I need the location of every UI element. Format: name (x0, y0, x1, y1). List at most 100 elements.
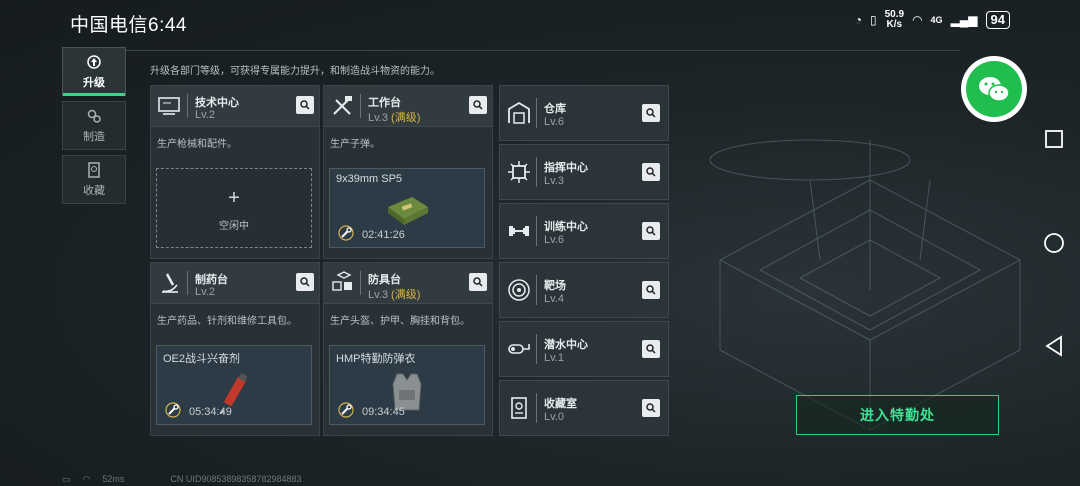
production-slot[interactable]: HMP特勤防弹衣 09:34:45 (329, 345, 485, 425)
card-header: 制药台 Lv.2 (151, 263, 319, 304)
card-description: 生产头盔、护甲、胸挂和背包。 (330, 316, 470, 327)
item-name: HMP特勤防弹衣 (336, 353, 416, 365)
production-slot[interactable]: 9x39mm SP5 02:41:26 (329, 168, 485, 248)
card-description: 生产药品、针剂和维修工具包。 (157, 316, 297, 327)
card-level: Lv.2 (195, 109, 215, 121)
wechat-floating-button[interactable] (961, 56, 1027, 122)
gears-icon (87, 109, 101, 123)
sidebar-tab-collection[interactable]: 收藏 (62, 155, 126, 204)
facility-name: 指挥中心 (544, 162, 588, 174)
ping-value: 52ms (102, 474, 125, 484)
upgrade-icon (87, 54, 101, 69)
card-workbench[interactable]: 工作台 Lv.3 (满级) 生产子弹。 9x39mm SP5 02:41:26 (323, 85, 493, 259)
dumbbell-icon (509, 226, 529, 236)
vibrate-icon: ▯ (869, 13, 877, 27)
card-tech-center[interactable]: 技术中心 Lv.2 生产枪械和配件。 + 空闲中 (150, 85, 320, 259)
production-slot[interactable]: OE2战斗兴奋剂 05:34:49 (156, 345, 312, 425)
header-divider (360, 271, 361, 295)
computer-icon (158, 97, 180, 115)
card-name: 防具台 (368, 274, 401, 286)
card-description: 生产子弹。 (330, 139, 380, 150)
back-button[interactable] (1040, 332, 1068, 360)
target-icon (508, 279, 530, 301)
collection-icon (88, 161, 100, 178)
search-icon (646, 285, 656, 295)
search-button[interactable] (642, 104, 660, 122)
card-header: 防具台 Lv.3 (满级) (324, 263, 492, 304)
facility-collection-room[interactable]: 收藏室 Lv.0 (499, 380, 669, 436)
back-triangle-icon (1045, 335, 1062, 357)
facility-name: 潜水中心 (544, 339, 588, 351)
search-icon (300, 100, 310, 110)
carrier-time: 中国电信6:44 (70, 15, 187, 36)
tools-icon (333, 96, 352, 115)
header-divider (360, 94, 361, 118)
wrench-icon (338, 225, 354, 241)
header-divider (187, 271, 188, 295)
card-level: Lv.3 (满级) (368, 289, 421, 301)
warehouse-icon (508, 101, 530, 124)
sidebar-tab-craft[interactable]: 制造 (62, 101, 126, 150)
card-header: 技术中心 Lv.2 (151, 86, 319, 127)
search-icon (646, 167, 656, 177)
card-header: 工作台 Lv.3 (满级) (324, 86, 492, 127)
collection-room-icon (511, 397, 527, 419)
recent-apps-button[interactable] (1040, 125, 1068, 153)
wrench-icon (338, 402, 354, 418)
facility-training-center[interactable]: 训练中心 Lv.6 (499, 203, 669, 259)
item-divider (536, 216, 537, 246)
search-icon (473, 100, 483, 110)
facility-diving-center[interactable]: 潜水中心 Lv.1 (499, 321, 669, 377)
card-level: Lv.2 (195, 286, 215, 298)
facility-command-center[interactable]: 指挥中心 Lv.3 (499, 144, 669, 200)
facility-shooting-range[interactable]: 靶场 Lv.4 (499, 262, 669, 318)
card-name: 制药台 (195, 274, 228, 286)
facility-name: 仓库 (544, 103, 566, 115)
search-button[interactable] (642, 399, 660, 417)
armor-cubes-icon (332, 271, 352, 291)
search-icon (646, 108, 656, 118)
page-description: 升级各部门等级，可获得专属能力提升，和制造战斗物资的能力。 (150, 66, 440, 77)
header-divider (187, 94, 188, 118)
search-button[interactable] (642, 340, 660, 358)
facility-name: 训练中心 (544, 221, 588, 233)
wechat-icon (966, 61, 1022, 117)
facility-name: 靶场 (544, 280, 566, 292)
item-divider (536, 334, 537, 364)
signal-icon: ▂▄▆ (950, 13, 978, 27)
sidebar-tab-upgrade[interactable]: 升级 (62, 47, 126, 96)
card-description: 生产枪械和配件。 (157, 139, 237, 150)
production-timer: 02:41:26 (362, 229, 405, 241)
square-icon (1045, 130, 1063, 148)
search-button[interactable] (642, 222, 660, 240)
facility-name: 收藏室 (544, 398, 577, 410)
facility-warehouse[interactable]: 仓库 Lv.6 (499, 85, 669, 141)
facility-level: Lv.6 (544, 234, 564, 246)
microscope-icon (162, 273, 178, 293)
search-icon (300, 277, 310, 287)
battery-indicator: 94 (985, 11, 1010, 29)
item-divider (536, 275, 537, 305)
footer-info: ▭ ◠ 52ms CN UID90853898358782984883 (62, 474, 302, 485)
item-name: 9x39mm SP5 (336, 173, 403, 185)
search-button[interactable] (642, 281, 660, 299)
diving-icon (508, 344, 530, 354)
home-button[interactable] (1040, 229, 1068, 257)
item-divider (536, 393, 537, 423)
plus-icon: + (228, 187, 240, 209)
search-button[interactable] (296, 273, 314, 291)
production-slot-empty[interactable]: + 空闲中 (156, 168, 312, 248)
facility-level: Lv.3 (544, 175, 564, 187)
search-button[interactable] (469, 96, 487, 114)
header-divider (120, 50, 960, 51)
command-center-icon (508, 161, 530, 183)
search-button[interactable] (469, 273, 487, 291)
card-pharmacy[interactable]: 制药台 Lv.2 生产药品、针剂和维修工具包。 OE2战斗兴奋剂 05:34:4… (150, 262, 320, 436)
wifi-icon: ◠ (912, 13, 923, 27)
facility-level: Lv.0 (544, 411, 564, 423)
search-button[interactable] (296, 96, 314, 114)
search-button[interactable] (642, 163, 660, 181)
card-armor-bench[interactable]: 防具台 Lv.3 (满级) 生产头盔、护甲、胸挂和背包。 HMP特勤防弹衣 09… (323, 262, 493, 436)
enter-special-ops-button[interactable]: 进入特勤处 (796, 395, 999, 435)
search-icon (473, 277, 483, 287)
